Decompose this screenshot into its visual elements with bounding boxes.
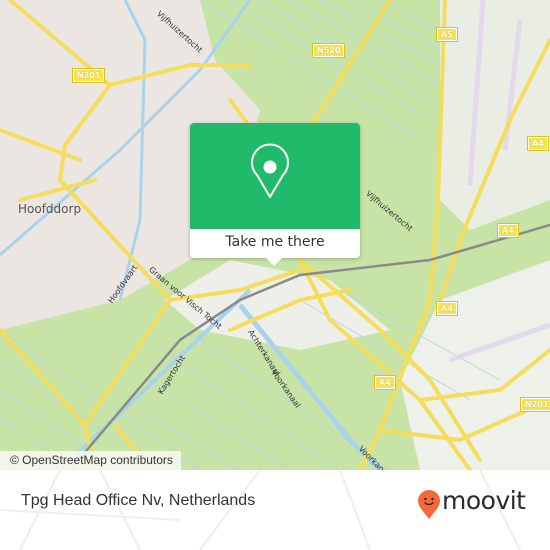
road-shield-a4: A4 <box>374 375 396 390</box>
road-shield-n520: N520 <box>311 43 346 58</box>
place-title: Tpg Head Office Nv, Netherlands <box>21 492 256 509</box>
moovit-smiley-pin-icon <box>418 490 440 519</box>
map-view[interactable]: Hoofddorp N201 N520 A5 A4 A4 A4 A4 N201 … <box>0 0 550 470</box>
business-area <box>400 260 550 470</box>
take-me-there-button[interactable]: Take me there <box>190 229 360 258</box>
place-label-hoofddorp: Hoofddorp <box>18 202 82 216</box>
take-me-there-popup[interactable]: Take me there <box>190 123 360 266</box>
map-pin-icon <box>251 143 289 198</box>
road-shield-a4: A4 <box>497 223 519 238</box>
footer: Tpg Head Office Nv, Netherlands moovit <box>0 470 550 550</box>
road-shield-n201: N201 <box>71 68 106 83</box>
road-shield-a4: A4 <box>527 136 549 151</box>
map-attribution[interactable]: © OpenStreetMap contributors <box>0 451 181 470</box>
road-shield-n201: N201 <box>519 397 550 412</box>
popup-header[interactable] <box>190 123 360 229</box>
road-shield-a5: A5 <box>436 27 458 42</box>
popup-pointer <box>266 258 282 266</box>
road-shield-a4: A4 <box>436 301 458 316</box>
moovit-wordmark: moovit <box>442 486 526 515</box>
